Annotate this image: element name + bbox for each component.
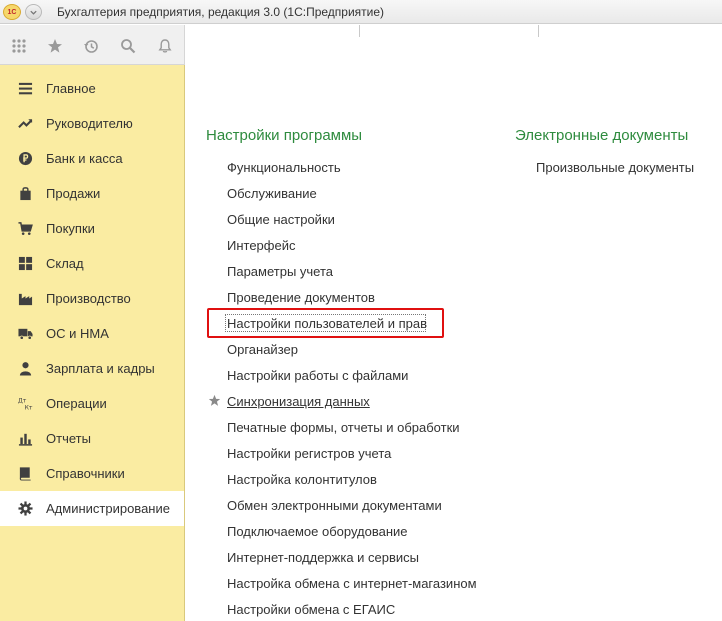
sidebar-item-label: Администрирование [46,501,170,516]
sidebar-item-reports[interactable]: Отчеты [0,421,184,456]
ruble-coin-icon [17,151,33,167]
link-general-settings[interactable]: Общие настройки [227,212,335,227]
sidebar-item-sales[interactable]: Продажи [0,176,184,211]
main-menu-button[interactable] [25,4,42,20]
app-logo-text: 1С [7,8,17,16]
sidebar-item-bank[interactable]: Банк и касса [0,141,184,176]
title-bar: 1С Бухгалтерия предприятия, редакция 3.0… [0,0,722,24]
sidebar-item-label: Справочники [46,466,125,481]
gear-icon [17,501,33,517]
link-online-store-exchange[interactable]: Настройка обмена с интернет-магазином [227,576,477,591]
sidebar: Главное Руководителю Банк и касса Продаж… [0,65,185,621]
sidebar-item-administration[interactable]: Администрирование [0,491,184,526]
dt-kt-icon: Дт Кт [17,396,33,412]
sidebar-item-directories[interactable]: Справочники [0,456,184,491]
cart-icon [17,221,33,237]
dt-kt-icon-debit-text: Дт [18,398,27,405]
sidebar-item-label: Отчеты [46,431,91,446]
sidebar-item-label: Главное [46,81,96,96]
link-arbitrary-documents[interactable]: Произвольные документы [536,160,694,175]
factory-icon [17,291,33,307]
chevron-down-icon [30,10,37,15]
dt-kt-icon-credit-text: Кт [24,405,32,411]
bell-icon[interactable] [156,37,174,55]
search-icon[interactable] [119,37,137,55]
sidebar-item-manager[interactable]: Руководителю [0,106,184,141]
sidebar-item-fixed-assets[interactable]: ОС и НМА [0,316,184,351]
shopping-bag-icon [17,186,33,202]
link-file-settings[interactable]: Настройки работы с файлами [227,368,408,383]
star-icon[interactable] [46,37,64,55]
app-logo-icon[interactable]: 1С [3,4,21,20]
sidebar-item-operations[interactable]: Дт Кт Операции [0,386,184,421]
apps-grid-icon[interactable] [10,37,28,55]
sidebar-item-label: Склад [46,256,84,271]
highlight-box [207,308,444,338]
tab-divider [359,25,360,37]
link-maintenance[interactable]: Обслуживание [227,186,317,201]
sidebar-item-label: Зарплата и кадры [46,361,155,376]
person-icon [17,361,33,377]
link-data-sync[interactable]: Синхронизация данных [227,394,370,409]
sidebar-item-production[interactable]: Производство [0,281,184,316]
link-edoc-exchange[interactable]: Обмен электронными документами [227,498,442,513]
link-headers-footers[interactable]: Настройка колонтитулов [227,472,377,487]
link-document-posting[interactable]: Проведение документов [227,290,375,305]
link-print-forms[interactable]: Печатные формы, отчеты и обработки [227,420,460,435]
bar-chart-icon [17,431,33,447]
toolbar [0,25,185,65]
favorite-star-icon[interactable] [208,394,221,407]
truck-icon [17,326,33,342]
sidebar-item-label: Операции [46,396,107,411]
sidebar-item-label: Продажи [46,186,101,201]
sidebar-item-label: Производство [46,291,131,306]
menu-lines-icon [17,81,33,97]
sidebar-item-label: Руководителю [46,116,133,131]
window-title: Бухгалтерия предприятия, редакция 3.0 (1… [57,5,385,19]
sidebar-item-purchases[interactable]: Покупки [0,211,184,246]
link-connected-equipment[interactable]: Подключаемое оборудование [227,524,408,539]
sidebar-item-salary[interactable]: Зарплата и кадры [0,351,184,386]
sidebar-item-label: Банк и касса [46,151,123,166]
sidebar-item-warehouse[interactable]: Склад [0,246,184,281]
link-accounting-parameters[interactable]: Параметры учета [227,264,333,279]
link-functionality[interactable]: Функциональность [227,160,341,175]
link-interface[interactable]: Интерфейс [227,238,295,253]
warehouse-grid-icon [17,256,33,272]
book-icon [17,466,33,482]
link-organizer[interactable]: Органайзер [227,342,298,357]
toolbar-row [0,25,722,65]
sidebar-item-main[interactable]: Главное [0,71,184,106]
sidebar-item-label: ОС и НМА [46,326,109,341]
history-icon[interactable] [82,37,100,55]
link-egais-exchange[interactable]: Настройки обмена с ЕГАИС [227,602,395,617]
sidebar-item-label: Покупки [46,221,95,236]
link-internet-support[interactable]: Интернет-поддержка и сервисы [227,550,419,565]
section-title-edocs: Электронные документы [515,127,689,144]
link-registers-settings[interactable]: Настройки регистров учета [227,446,391,461]
tab-divider [538,25,539,37]
section-title-settings: Настройки программы [206,127,363,144]
trend-icon [17,116,33,132]
